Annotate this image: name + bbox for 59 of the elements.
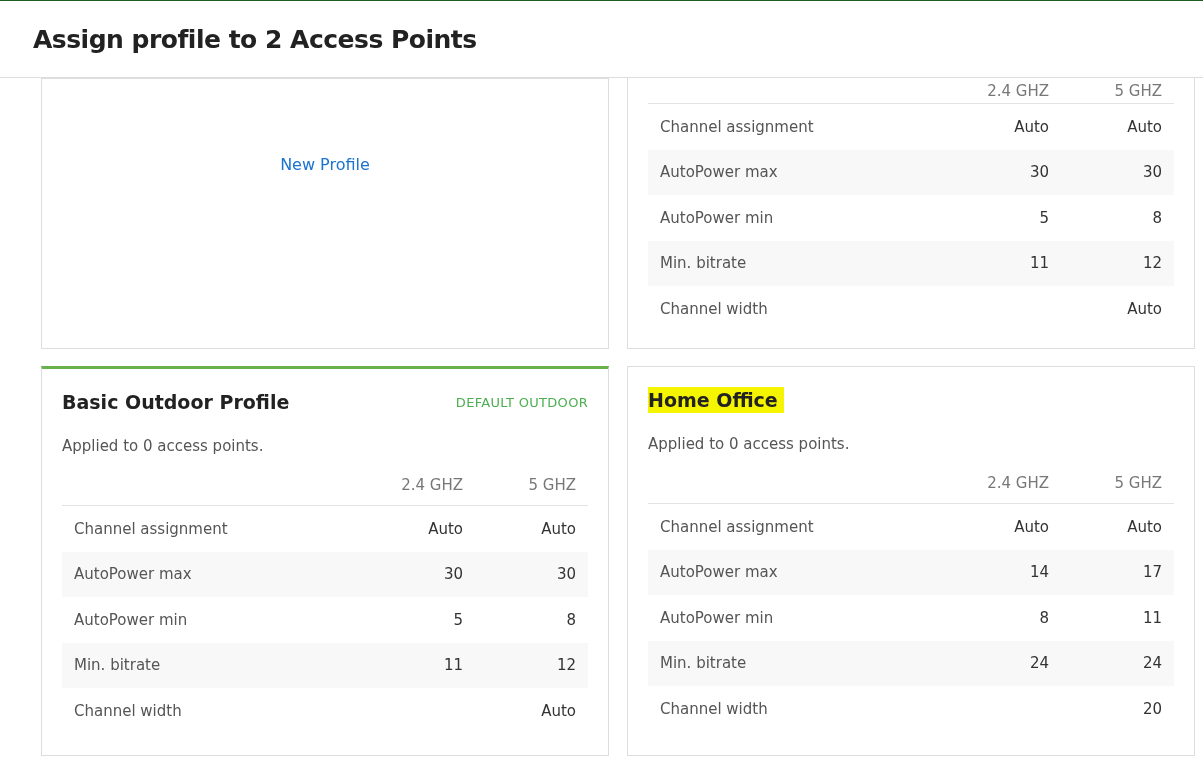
- table-cell-text: 30: [1028, 163, 1049, 182]
- column-header: 5 GHZ: [527, 476, 576, 494]
- row-label: AutoPower min: [660, 208, 775, 227]
- row-label: AutoPower min: [74, 610, 189, 629]
- column-header: 2.4 GHZ: [986, 474, 1049, 492]
- new-profile-card[interactable]: New Profile: [41, 78, 609, 349]
- row-label: Channel assignment: [74, 519, 229, 538]
- row-label: Min. bitrate: [660, 254, 748, 273]
- row-label: Channel assignment: [660, 117, 815, 136]
- column-header: 2.4 GHZ: [986, 81, 1049, 100]
- table-cell-text: Auto: [1013, 117, 1049, 136]
- table-cell-text: 11: [1141, 608, 1162, 627]
- table-cell-text: 24: [1028, 654, 1049, 673]
- table-cell-text: 24: [1141, 654, 1162, 673]
- table-cell-text: Auto: [1013, 517, 1049, 536]
- table-cell-text: Auto: [1126, 517, 1162, 536]
- row-label: Channel width: [660, 699, 769, 718]
- row-label: Channel width: [660, 299, 769, 318]
- table-cell-text: 8: [1151, 208, 1162, 227]
- dialog-title: Assign profile to 2 Access Points: [33, 24, 477, 54]
- table-cell-text: Auto: [1126, 299, 1162, 318]
- table-cell-text: 30: [555, 565, 576, 584]
- row-label: AutoPower min: [660, 608, 775, 627]
- new-profile-link[interactable]: New Profile: [280, 155, 370, 174]
- row-label: Min. bitrate: [660, 654, 748, 673]
- table-cell-text: 11: [1028, 254, 1049, 273]
- profile-card[interactable]: 2.4 GHZ 5 GHZ Channel assignment Auto Auto AutoPower max 30 30 AutoPower min 5 8 Min. bitrate 11 12 Channel width Auto: [627, 78, 1195, 349]
- profile-card[interactable]: Home Office Applied to 0 access points. 2.4 GHZ 5 GHZ Channel assignment Auto Auto AutoPower max 14 17 AutoPower min 8 11 Min. bitrate 24 24 Channel width 20: [627, 366, 1195, 756]
- row-label: Min. bitrate: [74, 656, 162, 675]
- profile-card[interactable]: Basic Outdoor Profile DEFAULT OUTDOOR Applied to 0 access points. 2.4 GHZ 5 GHZ Channel assignment Auto Auto AutoPower max 30 30 AutoPower min 5 8 Min. bitrate 11 12 Channel width Auto: [41, 366, 609, 756]
- table-cell-text: 11: [442, 656, 463, 675]
- table-cell-text: 8: [565, 610, 576, 629]
- table-cell-text: 12: [1141, 254, 1162, 273]
- table-cell-text: 12: [555, 656, 576, 675]
- table-cell-text: Auto: [540, 701, 576, 720]
- profile-title: Basic Outdoor Profile: [62, 390, 291, 415]
- default-label: DEFAULT OUTDOOR: [455, 394, 588, 410]
- table-cell-text: 30: [1141, 163, 1162, 182]
- table-cell-text: 14: [1028, 563, 1049, 582]
- table-cell-text: 20: [1141, 699, 1162, 718]
- table-cell-text: 5: [1038, 208, 1049, 227]
- row-label: AutoPower max: [74, 565, 193, 584]
- column-header: 5 GHZ: [1113, 81, 1162, 100]
- table-cell-text: Auto: [1126, 117, 1162, 136]
- table-cell-text: 8: [1038, 608, 1049, 627]
- table-cell-text: Auto: [427, 519, 463, 538]
- table-cell-text: Auto: [540, 519, 576, 538]
- row-label: AutoPower max: [660, 163, 779, 182]
- row-label: AutoPower max: [660, 563, 779, 582]
- row-label: Channel assignment: [660, 517, 815, 536]
- column-header: 2.4 GHZ: [400, 476, 463, 494]
- row-label: Channel width: [74, 701, 183, 720]
- table-cell-text: 5: [452, 610, 463, 629]
- table-cell-text: 30: [442, 565, 463, 584]
- applied-text: Applied to 0 access points.: [62, 437, 265, 455]
- applied-text: Applied to 0 access points.: [648, 435, 851, 453]
- table-cell-text: 17: [1141, 563, 1162, 582]
- profile-title: Home Office: [648, 387, 784, 413]
- column-header: 5 GHZ: [1113, 474, 1162, 492]
